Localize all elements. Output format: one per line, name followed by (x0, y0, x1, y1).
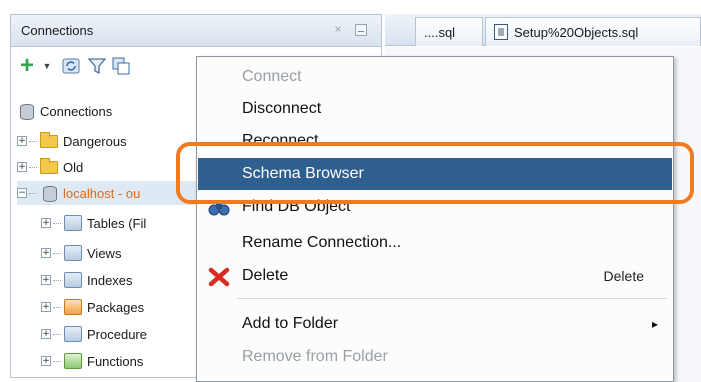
red-x-icon (208, 266, 230, 288)
shortcut-label: Delete (603, 268, 644, 284)
collapse-icon[interactable]: − (17, 188, 27, 198)
copy-icon[interactable] (111, 56, 131, 76)
tree-label: localhost - ou (63, 185, 141, 201)
highlight-annotation (176, 142, 694, 204)
database-icon (40, 185, 58, 202)
tree-item-old[interactable]: + Old (17, 155, 83, 179)
connections-panel-header: Connections × (11, 15, 381, 47)
minimize-icon[interactable] (355, 24, 367, 36)
sql-file-icon (494, 24, 508, 40)
expand-icon[interactable]: + (41, 302, 51, 312)
tree-label: Old (63, 159, 84, 175)
expand-icon[interactable]: + (17, 136, 27, 146)
submenu-arrow-icon: ▸ (651, 317, 658, 331)
tree-label: Packages (87, 299, 145, 315)
tree-item-dangerous[interactable]: + Dangerous (17, 129, 127, 153)
folder-icon (40, 131, 58, 148)
menu-item-connect[interactable]: Connect (198, 61, 672, 93)
tree-item-indexes[interactable]: + Indexes (41, 268, 133, 292)
view-icon (64, 245, 82, 261)
procedure-icon (64, 326, 82, 342)
tree-label: Connections (40, 103, 113, 119)
package-icon (64, 299, 82, 315)
tree-item-packages[interactable]: + Packages (41, 295, 144, 319)
expand-icon[interactable]: + (41, 218, 51, 228)
menu-label: Connect (242, 68, 302, 85)
function-icon (64, 353, 82, 369)
tab-label: Setup%20Objects.sql (514, 24, 639, 40)
close-icon[interactable]: × (331, 22, 345, 36)
plus-icon[interactable]: + (17, 54, 37, 78)
chevron-down-icon[interactable]: ▼ (41, 56, 53, 76)
menu-item-disconnect[interactable]: Disconnect (198, 93, 672, 125)
menu-label: Add to Folder (242, 315, 339, 332)
refresh-icon[interactable] (61, 56, 81, 76)
menu-item-rename-connection[interactable]: Rename Connection... (198, 227, 672, 259)
expand-icon[interactable]: + (41, 275, 51, 285)
expand-icon[interactable]: + (17, 162, 27, 172)
filter-icon[interactable] (87, 56, 107, 76)
tab-label: ....sql (424, 24, 456, 40)
table-icon (64, 215, 82, 231)
context-menu: Connect Disconnect Reconnect Schema Brow… (196, 56, 674, 382)
menu-item-add-to-folder[interactable]: Add to Folder ▸ (198, 308, 672, 340)
expand-icon[interactable]: + (41, 356, 51, 366)
tree-label: Tables (Fil (87, 215, 147, 231)
expand-icon[interactable]: + (41, 329, 51, 339)
menu-item-remove-from-folder[interactable]: Remove from Folder (198, 341, 672, 373)
tree-label: Views (87, 245, 122, 261)
index-icon (64, 272, 82, 288)
tree-label: Functions (87, 353, 144, 369)
tab-setup-objects[interactable]: Setup%20Objects.sql (485, 17, 701, 46)
tree-label: Dangerous (63, 133, 127, 149)
connections-icon (17, 103, 35, 120)
menu-label: Rename Connection... (242, 234, 402, 251)
panel-title: Connections (21, 23, 94, 38)
tree-label: Indexes (87, 272, 133, 288)
tree-item-views[interactable]: + Views (41, 241, 121, 265)
tab-sql-file[interactable]: ....sql (415, 17, 483, 46)
tree-item-functions[interactable]: + Functions (41, 349, 143, 373)
menu-item-delete[interactable]: Delete Delete (198, 260, 672, 292)
tree-item-procedures[interactable]: + Procedure (41, 322, 147, 346)
menu-label: Remove from Folder (242, 348, 388, 365)
editor-tabs-bar: ....sql Setup%20Objects.sql (385, 14, 701, 46)
folder-icon (40, 157, 58, 174)
menu-separator (237, 298, 667, 299)
expand-icon[interactable]: + (41, 248, 51, 258)
tree-item-tables[interactable]: + Tables (Fil (41, 211, 146, 235)
tree-root-connections[interactable]: Connections (17, 99, 112, 123)
tree-label: Procedure (87, 326, 147, 342)
menu-label: Delete (242, 267, 289, 284)
menu-label: Disconnect (242, 100, 322, 117)
